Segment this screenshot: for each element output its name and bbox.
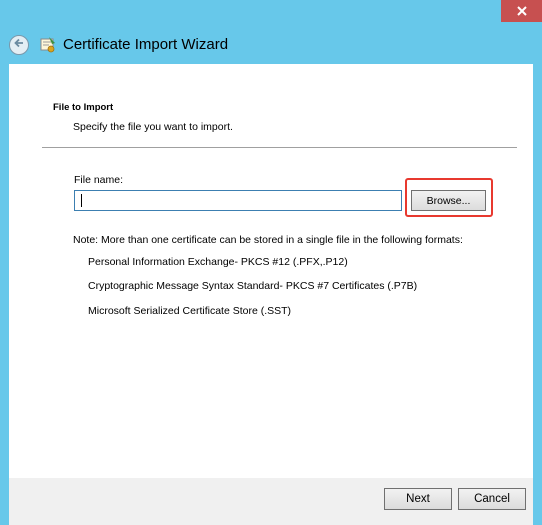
certificate-wizard-icon — [38, 35, 58, 55]
wizard-title: Certificate Import Wizard — [63, 36, 229, 53]
footer-bar: Next Cancel — [9, 478, 533, 525]
header-separator — [42, 147, 517, 148]
section-title: File to Import — [53, 102, 114, 113]
back-arrow-icon — [13, 36, 25, 54]
back-button[interactable] — [9, 35, 29, 55]
file-name-label: File name: — [74, 174, 124, 186]
wizard-window: Certificate Import Wizard File to Import… — [0, 0, 542, 525]
format-item-sst: Microsoft Serialized Certificate Store (… — [88, 305, 292, 317]
close-icon — [516, 6, 527, 16]
close-button[interactable] — [501, 0, 542, 22]
format-item-pfx: Personal Information Exchange- PKCS #12 … — [88, 256, 348, 268]
section-subtitle: Specify the file you want to import. — [73, 121, 233, 133]
file-name-input[interactable] — [74, 190, 402, 211]
content-panel: File to Import Specify the file you want… — [9, 64, 533, 478]
format-item-p7b: Cryptographic Message Syntax Standard- P… — [88, 280, 418, 292]
next-button[interactable]: Next — [384, 488, 452, 510]
note-text: Note: More than one certificate can be s… — [73, 234, 463, 246]
cancel-button[interactable]: Cancel — [458, 488, 526, 510]
browse-button[interactable]: Browse... — [411, 190, 486, 211]
text-caret — [81, 194, 82, 207]
